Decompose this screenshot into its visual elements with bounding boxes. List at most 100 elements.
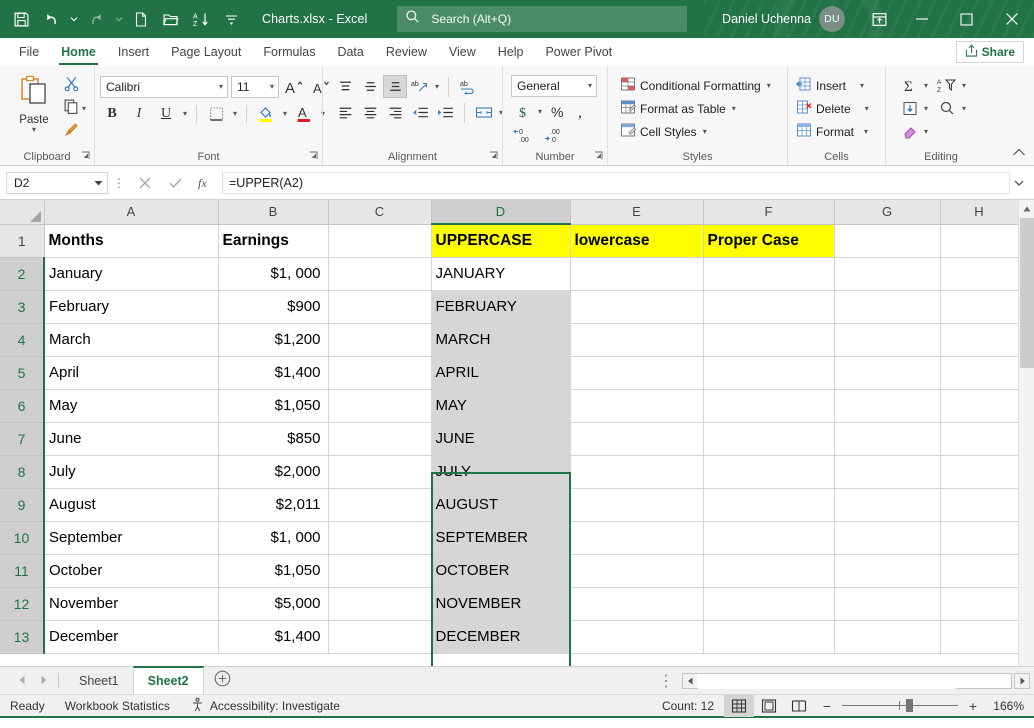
font-size-dropdown-icon[interactable]: ▾: [268, 83, 276, 91]
cell-E3[interactable]: [570, 290, 703, 323]
formula-input[interactable]: =UPPER(A2): [222, 172, 1010, 194]
cell-H12[interactable]: [940, 587, 1018, 620]
clear-button[interactable]: [898, 120, 922, 143]
col-header-f[interactable]: F: [703, 200, 834, 224]
name-box-dropdown-icon[interactable]: [94, 176, 103, 190]
cell-D1[interactable]: UPPERCASE: [431, 224, 570, 257]
orientation-button[interactable]: ab: [408, 75, 432, 98]
cell-G3[interactable]: [834, 290, 940, 323]
cell-A6[interactable]: May: [44, 389, 218, 422]
insert-function-icon[interactable]: fx: [190, 172, 220, 194]
minimize-button[interactable]: [899, 0, 944, 38]
cell-H8[interactable]: [940, 455, 1018, 488]
cell-G1[interactable]: [834, 224, 940, 257]
merge-center-button[interactable]: [472, 101, 496, 124]
top-align-button[interactable]: [333, 75, 357, 98]
middle-align-button[interactable]: [358, 75, 382, 98]
cell-E9[interactable]: [570, 488, 703, 521]
avatar[interactable]: DU: [819, 6, 845, 32]
cell-E13[interactable]: [570, 620, 703, 653]
cell-B11[interactable]: $1,050: [218, 554, 328, 587]
cell-G11[interactable]: [834, 554, 940, 587]
sort-filter-dropdown-icon[interactable]: ▾: [960, 82, 968, 90]
zoom-thumb[interactable]: [906, 699, 913, 712]
cell-C7[interactable]: [328, 422, 431, 455]
horizontal-scroll-track[interactable]: [682, 673, 1012, 689]
cell-styles-dropdown-icon[interactable]: ▾: [701, 128, 709, 136]
underline-button[interactable]: U: [154, 102, 178, 125]
cut-button[interactable]: [63, 76, 88, 96]
cell-D2[interactable]: JANUARY: [431, 257, 570, 290]
accounting-format-button[interactable]: $: [511, 100, 535, 123]
row-header-4[interactable]: 4: [0, 323, 44, 356]
cell-F11[interactable]: [703, 554, 834, 587]
cell-F2[interactable]: [703, 257, 834, 290]
copy-dropdown-icon[interactable]: ▾: [80, 105, 88, 113]
close-button[interactable]: [989, 0, 1034, 38]
accounting-dropdown-icon[interactable]: ▾: [536, 108, 544, 116]
cell-G8[interactable]: [834, 455, 940, 488]
row-header-7[interactable]: 7: [0, 422, 44, 455]
cell-D6[interactable]: MAY: [431, 389, 570, 422]
cell-F8[interactable]: [703, 455, 834, 488]
autosum-button[interactable]: Σ: [898, 74, 922, 97]
cell-F9[interactable]: [703, 488, 834, 521]
wrap-text-button[interactable]: ab: [456, 75, 480, 98]
cell-A9[interactable]: August: [44, 488, 218, 521]
search-input-label[interactable]: Search (Alt+Q): [431, 12, 511, 26]
cell-A12[interactable]: November: [44, 587, 218, 620]
share-button[interactable]: Share: [956, 41, 1024, 63]
zoom-in-button[interactable]: +: [966, 698, 980, 714]
bold-button[interactable]: B: [100, 102, 124, 125]
cell-E1[interactable]: lowercase: [570, 224, 703, 257]
insert-cells-button[interactable]: Insert ▾: [794, 74, 868, 97]
cell-A4[interactable]: March: [44, 323, 218, 356]
row-header-13[interactable]: 13: [0, 620, 44, 653]
fill-button[interactable]: [898, 97, 922, 120]
cell-C8[interactable]: [328, 455, 431, 488]
zoom-track[interactable]: [842, 705, 958, 706]
scroll-up-icon[interactable]: [1019, 200, 1034, 217]
scroll-right-icon[interactable]: [1014, 673, 1030, 689]
conditional-formatting-dropdown-icon[interactable]: ▾: [765, 82, 773, 90]
fill-color-button[interactable]: [254, 102, 278, 125]
sort-az-icon[interactable]: AZ: [186, 5, 216, 33]
cell-F4[interactable]: [703, 323, 834, 356]
cell-H11[interactable]: [940, 554, 1018, 587]
cell-A13[interactable]: December: [44, 620, 218, 653]
find-select-dropdown-icon[interactable]: ▾: [960, 105, 968, 113]
cell-H4[interactable]: [940, 323, 1018, 356]
cell-B10[interactable]: $1, 000: [218, 521, 328, 554]
cell-D10[interactable]: SEPTEMBER: [431, 521, 570, 554]
percent-style-button[interactable]: %: [545, 100, 569, 123]
italic-button[interactable]: I: [127, 102, 151, 125]
col-header-g[interactable]: G: [834, 200, 940, 224]
cell-C13[interactable]: [328, 620, 431, 653]
select-all-corner[interactable]: [0, 200, 44, 224]
col-header-h[interactable]: H: [940, 200, 1018, 224]
fill-dropdown-icon[interactable]: ▾: [922, 105, 930, 113]
save-icon[interactable]: [6, 5, 36, 33]
cell-F13[interactable]: [703, 620, 834, 653]
sheet-tab-sheet2[interactable]: Sheet2: [133, 666, 204, 694]
zoom-out-button[interactable]: −: [820, 698, 834, 714]
search-box[interactable]: Search (Alt+Q): [397, 6, 687, 32]
cell-A8[interactable]: July: [44, 455, 218, 488]
cell-H7[interactable]: [940, 422, 1018, 455]
paste-dropdown-icon[interactable]: ▾: [30, 126, 38, 134]
row-header-11[interactable]: 11: [0, 554, 44, 587]
delete-cells-dropdown-icon[interactable]: ▾: [863, 105, 871, 113]
cell-C1[interactable]: [328, 224, 431, 257]
tab-file[interactable]: File: [8, 38, 50, 66]
cell-E7[interactable]: [570, 422, 703, 455]
cell-D13[interactable]: DECEMBER: [431, 620, 570, 653]
previous-sheet-icon[interactable]: [18, 672, 26, 690]
cell-A1[interactable]: Months: [44, 224, 218, 257]
tab-help[interactable]: Help: [487, 38, 535, 66]
col-header-c[interactable]: C: [328, 200, 431, 224]
cell-B5[interactable]: $1,400: [218, 356, 328, 389]
redo-icon[interactable]: [81, 5, 111, 33]
tab-review[interactable]: Review: [375, 38, 438, 66]
redo-dropdown-icon[interactable]: [111, 5, 126, 33]
increase-font-size-icon[interactable]: A: [282, 75, 306, 98]
